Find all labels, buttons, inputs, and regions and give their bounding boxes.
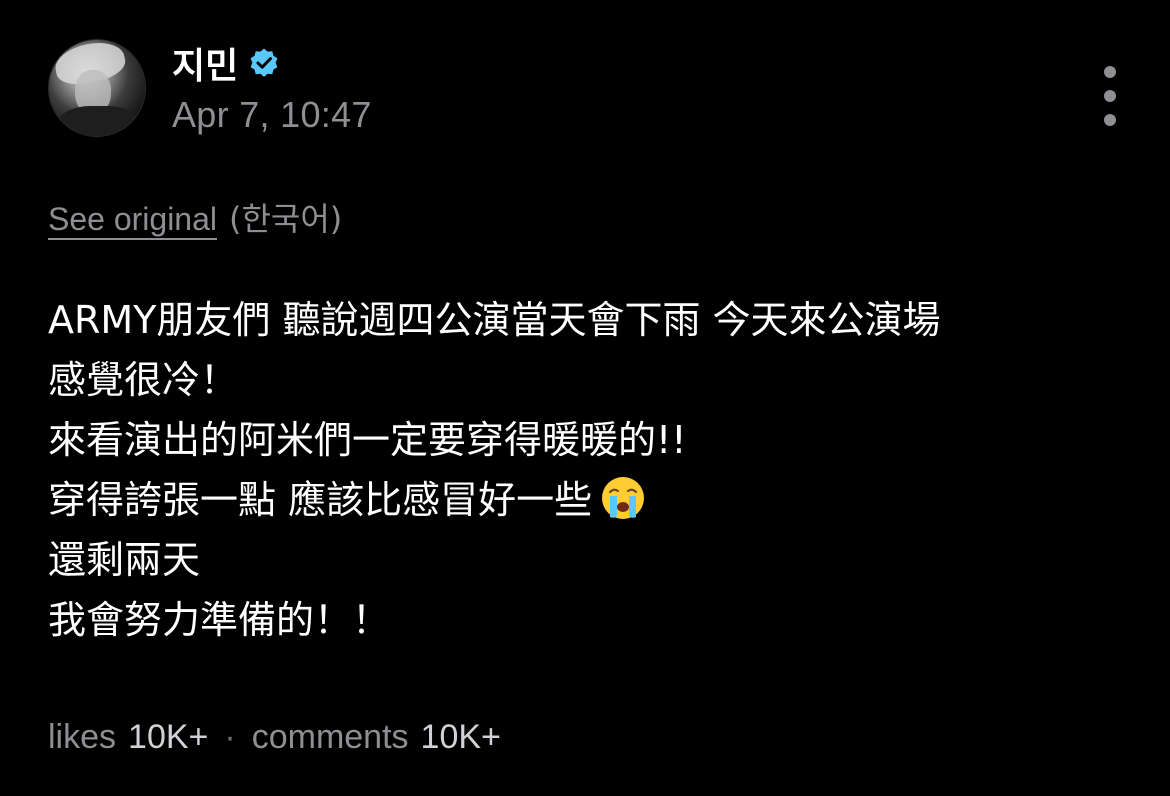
author-name[interactable]: 지민 — [172, 37, 238, 89]
author-meta: 지민 Apr 7, 10:47 — [172, 40, 372, 136]
comments-stat[interactable]: comments 10K+ — [252, 718, 501, 757]
likes-label: likes — [48, 718, 117, 756]
post-body-line-with-emoji: 穿得誇張一點 應該比感冒好一些 — [48, 470, 1128, 530]
more-options-button[interactable] — [1098, 66, 1122, 126]
post-body-line: 還剩兩天 — [48, 538, 201, 582]
post-header: 지민 Apr 7, 10:47 — [48, 39, 372, 137]
more-vertical-icon-dot — [1104, 114, 1116, 126]
verified-badge-icon — [250, 48, 278, 77]
more-vertical-icon — [1104, 66, 1116, 78]
original-language-label: (한국어) — [229, 200, 343, 238]
post-stats: likes 10K+ · comments 10K+ — [48, 718, 501, 757]
likes-stat[interactable]: likes 10K+ — [48, 718, 208, 757]
avatar[interactable] — [48, 39, 146, 137]
post-body-line: 來看演出的阿米們一定要穿得暖暖的!! — [48, 418, 687, 462]
comments-label: comments — [251, 718, 409, 756]
author-name-row: 지민 — [172, 37, 372, 89]
post-body: ARMY朋友們 聽說週四公演當天會下雨 今天來公演場 感覺很冷！ 來看演出的阿米… — [48, 290, 1128, 650]
post-body-line: 我會努力準備的！！ — [48, 598, 391, 642]
avatar-jacket — [59, 106, 139, 136]
comments-count: 10K+ — [420, 718, 501, 756]
see-original-link[interactable]: See original — [48, 201, 217, 238]
translation-notice: See original (한국어) — [48, 194, 342, 240]
post-timestamp: Apr 7, 10:47 — [172, 94, 372, 135]
crying-face-emoji — [602, 477, 645, 519]
post-body-line: 穿得誇張一點 應該比感冒好一些 — [48, 478, 593, 522]
stats-separator: · — [224, 718, 236, 756]
more-vertical-icon-dot — [1104, 90, 1116, 102]
post-card: 지민 Apr 7, 10:47 See original (한국어) ARMY朋… — [0, 0, 1170, 796]
post-body-line: ARMY朋友們 聽說週四公演當天會下雨 今天來公演場 — [48, 298, 941, 342]
post-body-line: 感覺很冷！ — [48, 358, 239, 402]
likes-count: 10K+ — [128, 718, 209, 756]
